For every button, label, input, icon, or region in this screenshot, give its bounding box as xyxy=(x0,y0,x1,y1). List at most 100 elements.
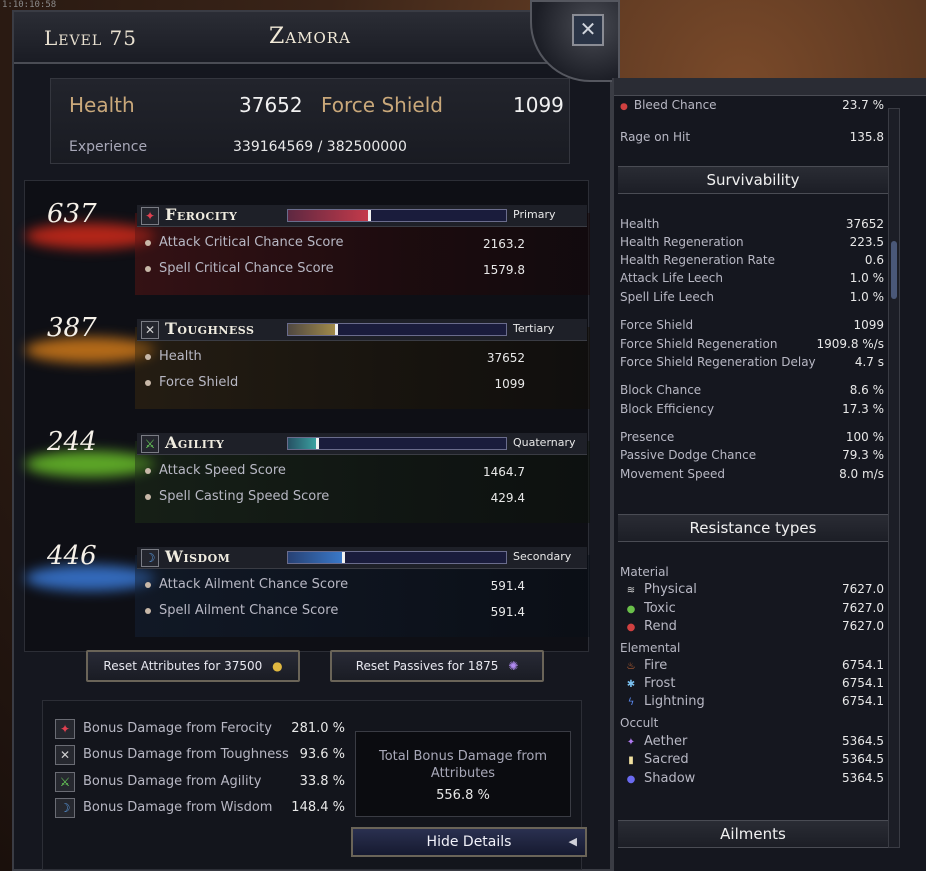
bonus-damage-section: ✦ Bonus Damage from Ferocity 281.0 % ✕ B… xyxy=(42,700,587,870)
bullet-dot xyxy=(145,607,151,614)
resist-physical: ≋ Physical 7627.0 xyxy=(624,582,884,600)
toughness-points: 387 xyxy=(47,313,97,343)
hide-details-label: Hide Details xyxy=(426,834,512,850)
resist-frost: ✱ Frost 6754.1 xyxy=(624,676,884,694)
bullet-dot xyxy=(145,467,151,474)
section-ailments: Ailments xyxy=(618,820,888,848)
candle-icon: ▮ xyxy=(628,755,634,766)
wisdom-icon: ☽ xyxy=(141,549,159,567)
attributes-section: 637 ✦ Ferocity Primary Attack Critical C… xyxy=(24,180,590,652)
bonus-value: 281.0 % xyxy=(291,721,345,736)
resist-fire: ♨ Fire 6754.1 xyxy=(624,658,884,676)
stat-row: Presence 100 % xyxy=(620,430,884,444)
bonus-label: Bonus Damage from Agility xyxy=(83,774,262,789)
red-dot-icon: ● xyxy=(620,102,628,112)
close-icon: ✕ xyxy=(579,17,597,41)
stat-row: Force Shield Regeneration 1909.8 %/s xyxy=(620,337,884,351)
ferocity-sub-1: Attack Critical Chance Score xyxy=(145,235,343,250)
elemental-label: Elemental xyxy=(620,641,681,655)
resist-shadow: ● Shadow 5364.5 xyxy=(624,771,884,789)
agility-icon: ⚔ xyxy=(141,435,159,453)
total-bonus-value: 556.8 % xyxy=(436,788,490,803)
experience-label: Experience xyxy=(69,139,148,155)
ferocity-points: 637 xyxy=(47,199,97,229)
wisdom-rank: Secondary xyxy=(513,550,572,563)
stat-row: Force Shield 1099 xyxy=(620,318,884,332)
agility-name: Agility xyxy=(165,433,225,452)
wisdom-bar-fill xyxy=(288,552,345,563)
reset-passives-label: Reset Passives for 1875 xyxy=(355,659,499,673)
details-panel: ● Bleed Chance 23.7 % Rage on Hit 135.8 Sur… xyxy=(612,78,926,871)
agility-points: 244 xyxy=(47,427,97,457)
toughness-icon: ✕ xyxy=(141,321,159,339)
claw-icon: ≋ xyxy=(626,585,636,596)
arrow-left-icon: ◀ xyxy=(568,835,577,848)
wisdom-name: Wisdom xyxy=(165,547,231,566)
experience-value: 339164569 / 382500000 xyxy=(233,139,407,155)
title-bar: Level 75 Zamora xyxy=(14,12,610,64)
bolt-icon: ϟ xyxy=(627,697,635,708)
wisdom-bar xyxy=(287,551,507,564)
resist-sacred: ▮ Sacred 5364.5 xyxy=(624,752,884,770)
attribute-ferocity: 637 ✦ Ferocity Primary Attack Critical C… xyxy=(25,187,590,299)
stat-row: Health 37652 xyxy=(620,217,884,231)
bullet-dot xyxy=(145,493,151,500)
toughness-bar-fill xyxy=(288,324,339,335)
stat-row: Movement Speed 8.0 m/s xyxy=(620,467,884,481)
wisdom-header: ☽ Wisdom Secondary xyxy=(137,547,587,569)
agility-icon: ⚔ xyxy=(55,772,75,792)
wisdom-sub-1-value: 591.4 xyxy=(490,579,525,593)
bullet-dot xyxy=(145,353,151,360)
agility-rank: Quaternary xyxy=(513,436,576,449)
agility-sub-2: Spell Casting Speed Score xyxy=(145,489,329,504)
toughness-name: Toughness xyxy=(165,319,255,338)
force-shield-label: Force Shield xyxy=(321,93,443,117)
agility-bar xyxy=(287,437,507,450)
flame-icon: ♨ xyxy=(626,661,636,672)
section-survivability: Survivability xyxy=(618,166,888,194)
occult-label: Occult xyxy=(620,716,659,730)
wisdom-points: 446 xyxy=(47,541,97,571)
toughness-header: ✕ Toughness Tertiary xyxy=(137,319,587,341)
agility-sub-2-value: 429.4 xyxy=(490,491,525,505)
reset-attributes-button[interactable]: Reset Attributes for 37500 ● xyxy=(86,650,300,682)
health-label: Health xyxy=(69,93,135,117)
stat-row: Attack Life Leech 1.0 % xyxy=(620,271,884,285)
stat-row: Block Efficiency 17.3 % xyxy=(620,402,884,416)
details-frame-top xyxy=(614,78,926,96)
wisdom-sub-1: Attack Ailment Chance Score xyxy=(145,577,348,592)
passive-orb-icon: ✺ xyxy=(508,659,519,673)
toughness-rank: Tertiary xyxy=(513,322,555,335)
total-bonus-box: Total Bonus Damage from Attributes 556.8… xyxy=(355,731,571,817)
toughness-icon: ✕ xyxy=(55,745,75,765)
toughness-sub-2: Force Shield xyxy=(145,375,238,390)
resist-lightning: ϟ Lightning 6754.1 xyxy=(624,694,884,712)
agility-bar-fill xyxy=(288,438,319,449)
reset-attributes-label: Reset Attributes for 37500 xyxy=(103,659,263,673)
ferocity-sub-2-value: 1579.8 xyxy=(483,263,525,277)
details-scrollbar[interactable] xyxy=(888,108,900,848)
hide-details-button[interactable]: Hide Details ◀ xyxy=(351,827,587,857)
character-level: Level 75 xyxy=(44,26,137,50)
material-label: Material xyxy=(620,565,669,579)
resist-aether: ✦ Aether 5364.5 xyxy=(624,734,884,752)
ferocity-bar-fill xyxy=(288,210,371,221)
ferocity-sub-1-value: 2163.2 xyxy=(483,237,525,251)
stat-row: Spell Life Leech 1.0 % xyxy=(620,290,884,304)
bonus-value: 33.8 % xyxy=(299,774,345,789)
toughness-sub-1-value: 37652 xyxy=(486,351,525,365)
close-button[interactable]: ✕ xyxy=(572,14,604,46)
stat-row: Health Regeneration 223.5 xyxy=(620,235,884,249)
attribute-agility: 244 ⚔ Agility Quaternary Attack Speed Sc… xyxy=(25,415,590,527)
resist-toxic: ● Toxic 7627.0 xyxy=(624,601,884,619)
agility-header: ⚔ Agility Quaternary xyxy=(137,433,587,455)
bullet-dot xyxy=(145,239,151,246)
reset-passives-button[interactable]: Reset Passives for 1875 ✺ xyxy=(330,650,544,682)
toughness-bar xyxy=(287,323,507,336)
scroll-thumb[interactable] xyxy=(891,241,897,299)
toughness-sub-2-value: 1099 xyxy=(494,377,525,391)
stat-row: Passive Dodge Chance 79.3 % xyxy=(620,448,884,462)
orb-icon: ● xyxy=(626,774,636,785)
stat-bleed-chance: ● Bleed Chance 23.7 % xyxy=(620,98,884,112)
bonus-value: 93.6 % xyxy=(299,747,345,762)
